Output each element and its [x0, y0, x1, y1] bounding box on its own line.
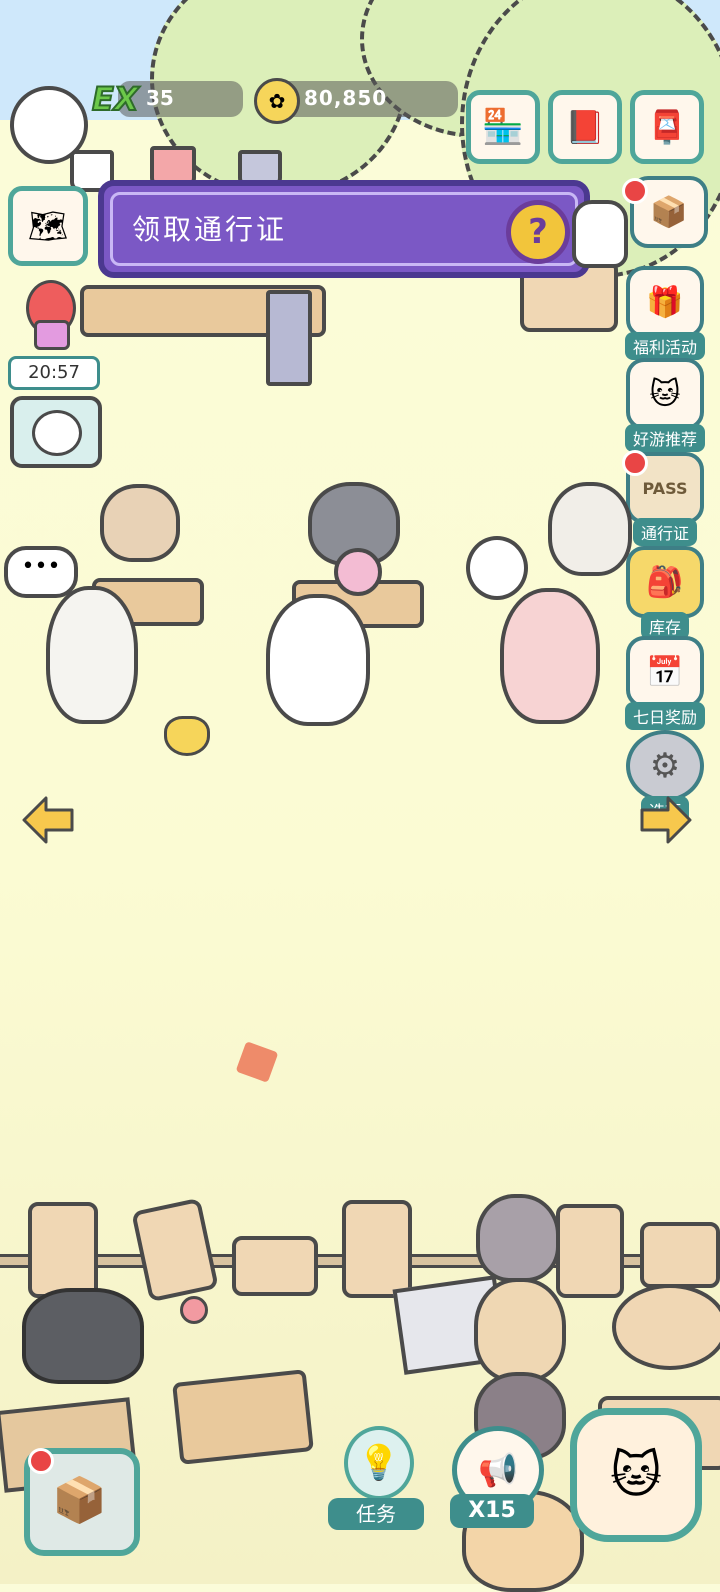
- duck-customer[interactable]: [266, 594, 370, 726]
- plant-vase-icon: [334, 548, 382, 596]
- paw-coin-drop[interactable]: [164, 716, 210, 756]
- cat-guest-button[interactable]: [10, 396, 102, 468]
- question-mark-icon: ?: [528, 212, 548, 252]
- book-icon: 📕: [565, 108, 605, 146]
- banner-text: 领取通行证: [132, 213, 288, 246]
- small-flower: [180, 1296, 208, 1324]
- level-label: EX: [91, 79, 140, 119]
- gift-cat-icon: 🎁: [646, 284, 684, 320]
- mailbox-icon: 📮: [647, 108, 687, 146]
- game-box-cat-icon: 🐱: [649, 376, 681, 412]
- tasks-button[interactable]: 任务: [328, 1498, 424, 1530]
- plant-thought-bubble: [466, 536, 528, 600]
- pass-ticket-icon: PASS: [642, 478, 688, 498]
- fallen-leaf: [235, 1041, 279, 1083]
- pig-customer[interactable]: [500, 588, 600, 724]
- queued-cat[interactable]: [476, 1194, 560, 1282]
- player-avatar[interactable]: [10, 86, 88, 164]
- alpaca-customer[interactable]: [46, 586, 138, 724]
- event-timer: 20:57: [8, 356, 100, 390]
- tree-stump: [612, 1284, 720, 1370]
- map-icon: 🗺: [27, 207, 69, 245]
- side-menu: 📦: [622, 176, 708, 256]
- gift-bow-icon: [34, 320, 70, 350]
- right-arrow-button[interactable]: [640, 796, 692, 844]
- side-item-recommend[interactable]: 🐱 好游推荐: [625, 358, 706, 452]
- side-item-cat-box[interactable]: 📦: [622, 176, 708, 248]
- multiplier-button[interactable]: X15: [450, 1494, 534, 1528]
- pointing-hand-icon: [572, 200, 628, 268]
- siamese-cat-vendor[interactable]: [100, 484, 180, 562]
- side-item-seven-day[interactable]: 📅 七日奖励: [625, 636, 706, 730]
- arrow-right-icon: [640, 796, 692, 844]
- fence-post: [28, 1202, 98, 1298]
- ragdoll-cat-vendor[interactable]: [548, 482, 632, 576]
- notification-badge: [622, 178, 648, 204]
- box-icon: 📦: [52, 1475, 107, 1526]
- coin-value: 80,850: [304, 86, 388, 110]
- notification-badge: [28, 1448, 54, 1474]
- side-item-pass[interactable]: PASS 通行证: [622, 450, 704, 546]
- help-button[interactable]: ?: [506, 200, 570, 264]
- queued-cow[interactable]: [474, 1278, 566, 1382]
- fence-post: [640, 1222, 720, 1288]
- fence-post: [131, 1197, 219, 1303]
- side-item-label: 通行证: [632, 518, 697, 546]
- left-arrow-button[interactable]: [22, 796, 74, 844]
- backpack-icon: 🎒: [646, 564, 684, 600]
- task-lightbulb-icon: 💡: [344, 1426, 414, 1500]
- cat-megaphone-icon: 🐱: [609, 1446, 663, 1504]
- fence-post: [556, 1204, 624, 1298]
- shop-icon: 🏪: [481, 107, 525, 147]
- balloon-gift-button[interactable]: [14, 280, 84, 350]
- trash-bags: [22, 1288, 144, 1384]
- side-item-inventory[interactable]: 🎒 库存: [626, 546, 704, 640]
- map-button[interactable]: 🗺: [8, 186, 88, 266]
- side-item-label: 好游推荐: [625, 424, 706, 452]
- fallen-post: [232, 1236, 318, 1296]
- arrow-left-icon: [22, 796, 74, 844]
- stone-pillar: [266, 290, 312, 386]
- paw-coin-icon: ✿: [254, 78, 300, 124]
- mailbox-button[interactable]: 📮: [630, 90, 704, 164]
- gear-icon: ⚙: [649, 746, 681, 786]
- pass-banner[interactable]: 领取通行证 ?: [98, 180, 590, 278]
- side-item-label: 七日奖励: [625, 702, 706, 730]
- cat-face-icon: [32, 410, 82, 456]
- cat-box-icon: 📦: [650, 194, 688, 230]
- shop-button[interactable]: 🏪: [466, 90, 540, 164]
- invite-cat-button[interactable]: 🐱: [570, 1408, 702, 1542]
- level-value: 35: [146, 86, 174, 110]
- notification-badge: [622, 450, 648, 476]
- catalog-button[interactable]: 📕: [548, 90, 622, 164]
- fence-post: [342, 1200, 412, 1298]
- wooden-crate: [172, 1369, 314, 1465]
- side-item-welfare[interactable]: 🎁 福利活动: [625, 266, 706, 360]
- calendar-icon: 📅: [646, 654, 684, 690]
- side-item-label: 福利活动: [625, 332, 706, 360]
- speech-bubble-icon: •••: [4, 546, 78, 598]
